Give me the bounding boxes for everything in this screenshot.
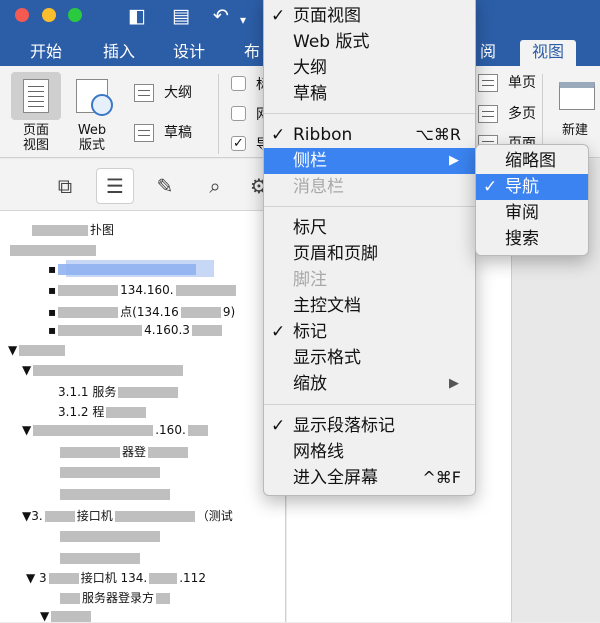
menu-item-master-document[interactable]: 主控文档 (264, 293, 475, 319)
multi-page-icon (478, 105, 498, 123)
multi-page-label: 多页 (508, 106, 536, 122)
new-window-label: 新建 (561, 123, 588, 138)
multi-page-button[interactable]: 多页 (478, 103, 536, 125)
nav-heading[interactable]: 服务器登录方 (58, 589, 172, 606)
single-page-label: 单页 (508, 75, 536, 91)
outline-label: 大纲 (164, 85, 192, 101)
outline-icon (134, 84, 154, 102)
menu-item-zoom[interactable]: 缩放 ▶ (264, 371, 475, 397)
ruler-checkbox[interactable] (231, 76, 246, 91)
menu-item-enter-full-screen[interactable]: 进入全屏幕 ^⌘F (264, 465, 475, 491)
menu-separator (264, 206, 475, 207)
nav-heading[interactable]: 3.1.2 程 (58, 403, 148, 420)
web-view-icon (67, 72, 117, 120)
checkmark-icon: ✓ (271, 416, 286, 436)
nav-heading[interactable]: ▼ (22, 363, 185, 377)
navigation-checkbox[interactable]: ✓ (231, 136, 246, 151)
draft-button[interactable]: 草稿 (134, 122, 192, 144)
menu-item-page-view[interactable]: ✓ 页面视图 (264, 3, 475, 29)
draft-icon (134, 124, 154, 142)
submenu-arrow-icon: ▶ (449, 376, 459, 391)
menu-item-draft[interactable]: 草稿 (264, 81, 475, 107)
submenu-item-navigation[interactable]: ✓ 导航 (476, 174, 588, 200)
page-view-label: 页面 视图 (22, 123, 49, 153)
undo-icon[interactable]: ↶ (213, 6, 229, 26)
nav-heading[interactable] (8, 243, 98, 257)
nav-heading[interactable]: 器登 (58, 443, 190, 460)
menu-item-message-bar: 消息栏 (293, 177, 344, 197)
tab-view[interactable]: 视图 (520, 40, 577, 66)
menu-item-ribbon[interactable]: ✓ Ribbon ⌥⌘R (264, 122, 475, 148)
nav-heading[interactable]: ▪ 点(134.16 9) (48, 303, 235, 320)
nav-heading[interactable]: 3.1.1 服务 (58, 383, 180, 400)
menu-item-header-footer[interactable]: 页眉和页脚 (264, 241, 475, 267)
minimize-window-button[interactable] (42, 8, 56, 22)
tab-insert[interactable]: 插入 (103, 40, 135, 66)
web-view-button[interactable]: Web 版式 (66, 72, 118, 156)
sidebar-toggle-icon[interactable]: ◧ (128, 6, 146, 26)
menu-item-reveal-formatting[interactable]: 显示格式 (264, 345, 475, 371)
menu-item-gridlines[interactable]: 网格线 (264, 439, 475, 465)
menu-item-outline[interactable]: 大纲 (264, 55, 475, 81)
menu-item-markup[interactable]: ✓ 标记 (264, 319, 475, 345)
menu-separator (264, 404, 475, 405)
nav-heading[interactable]: ▼3. 接口机 （测试 (22, 507, 233, 524)
thumbnails-tab-icon[interactable]: ⧉ (46, 168, 84, 204)
page-view-icon (11, 72, 61, 120)
web-view-label: Web 版式 (77, 123, 107, 153)
nav-heading[interactable]: ▼ (40, 609, 93, 623)
nav-heading[interactable]: 扑图 (30, 221, 114, 238)
close-window-button[interactable] (15, 8, 29, 22)
navigation-tab-icon[interactable]: ☰ (96, 168, 134, 204)
menu-item-ruler[interactable]: 标尺 (264, 215, 475, 241)
undo-dropdown-icon[interactable]: ▾ (240, 10, 246, 30)
menu-item-web-layout[interactable]: Web 版式 (264, 29, 475, 55)
menu-item-footnotes: 脚注 (293, 270, 327, 290)
checkmark-icon: ✓ (271, 125, 286, 145)
page-view-button[interactable]: 页面 视图 (10, 72, 62, 156)
submenu-item-review[interactable]: 审阅 (476, 200, 588, 226)
nav-heading[interactable]: ▼ (8, 343, 67, 357)
outline-button[interactable]: 大纲 (134, 82, 192, 104)
nav-heading[interactable] (58, 529, 162, 543)
checkmark-icon: ✓ (483, 177, 498, 197)
ribbon-divider (542, 74, 543, 154)
navigation-pane: ⧉ ☰ ✎ ⌕ ⚙ 扑图 ▪ ▪ 134.160. ▪ 点(134.16 9) ▪ 4.… (0, 159, 286, 623)
tab-home[interactable]: 开始 (30, 40, 62, 66)
ribbon-divider (218, 74, 219, 154)
menu-separator (264, 113, 475, 114)
submenu-item-thumbnails[interactable]: 缩略图 (476, 148, 588, 174)
nav-heading[interactable] (58, 487, 172, 501)
submenu-arrow-icon: ▶ (449, 153, 459, 168)
sidebar-tab-bar: ⧉ ☰ ✎ ⌕ ⚙ (0, 159, 286, 211)
menu-item-show-paragraph-marks[interactable]: ✓ 显示段落标记 (264, 413, 475, 439)
menu-item-sidebar[interactable]: 侧栏 ▶ (264, 148, 475, 174)
save-icon[interactable]: ▤ (172, 6, 190, 26)
tab-layout[interactable]: 布 (244, 40, 260, 66)
nav-heading[interactable]: ▼ .160. (22, 423, 210, 437)
nav-heading[interactable]: ▼ 3 接口机 134. .112 (26, 569, 206, 586)
review-tab-icon[interactable]: ✎ (146, 168, 184, 204)
maximize-window-button[interactable] (68, 8, 82, 22)
nav-heading[interactable] (58, 465, 162, 479)
gridlines-checkbox[interactable] (231, 106, 246, 121)
single-page-icon (478, 74, 498, 92)
tab-design[interactable]: 设计 (173, 40, 205, 66)
single-page-button[interactable]: 单页 (478, 72, 536, 94)
view-menu: ✓ 页面视图 Web 版式 大纲 草稿 ✓ Ribbon ⌥⌘R 侧栏 ▶ 消息栏 标尺… (263, 0, 476, 496)
sidebar-submenu: 缩略图 ✓ 导航 审阅 搜索 (475, 144, 589, 256)
tab-review[interactable]: 阅 (480, 40, 496, 66)
draft-label: 草稿 (164, 125, 192, 141)
submenu-item-search[interactable]: 搜索 (476, 226, 588, 252)
checkmark-icon: ✓ (271, 322, 286, 342)
search-tab-icon[interactable]: ⌕ (196, 168, 234, 204)
new-window-icon (552, 72, 600, 120)
nav-heading[interactable]: ▪ 134.160. (48, 283, 238, 297)
checkmark-icon: ✓ (271, 6, 286, 26)
nav-heading[interactable]: ▪ (48, 262, 198, 276)
nav-heading[interactable]: ▪ 4.160.3 (48, 323, 224, 337)
nav-heading[interactable] (58, 551, 142, 565)
